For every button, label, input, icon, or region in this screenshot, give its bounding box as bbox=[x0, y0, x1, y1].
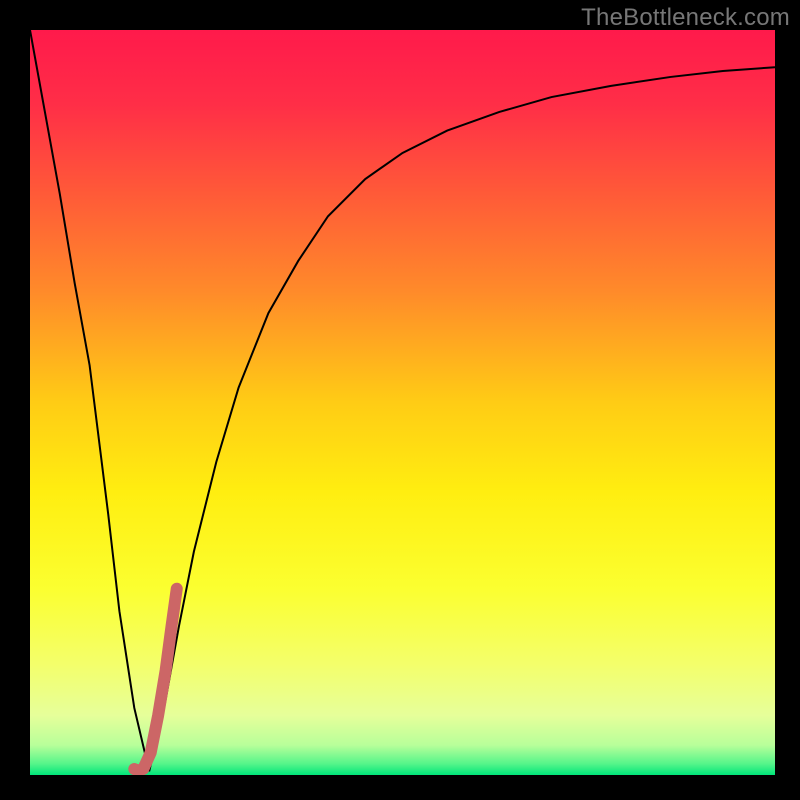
curve-layer bbox=[30, 30, 775, 775]
chart-frame: TheBottleneck.com bbox=[0, 0, 800, 800]
bottleneck-curve bbox=[30, 30, 775, 771]
plot-area bbox=[30, 30, 775, 775]
watermark-text: TheBottleneck.com bbox=[581, 4, 790, 32]
highlight-segment bbox=[134, 589, 176, 771]
